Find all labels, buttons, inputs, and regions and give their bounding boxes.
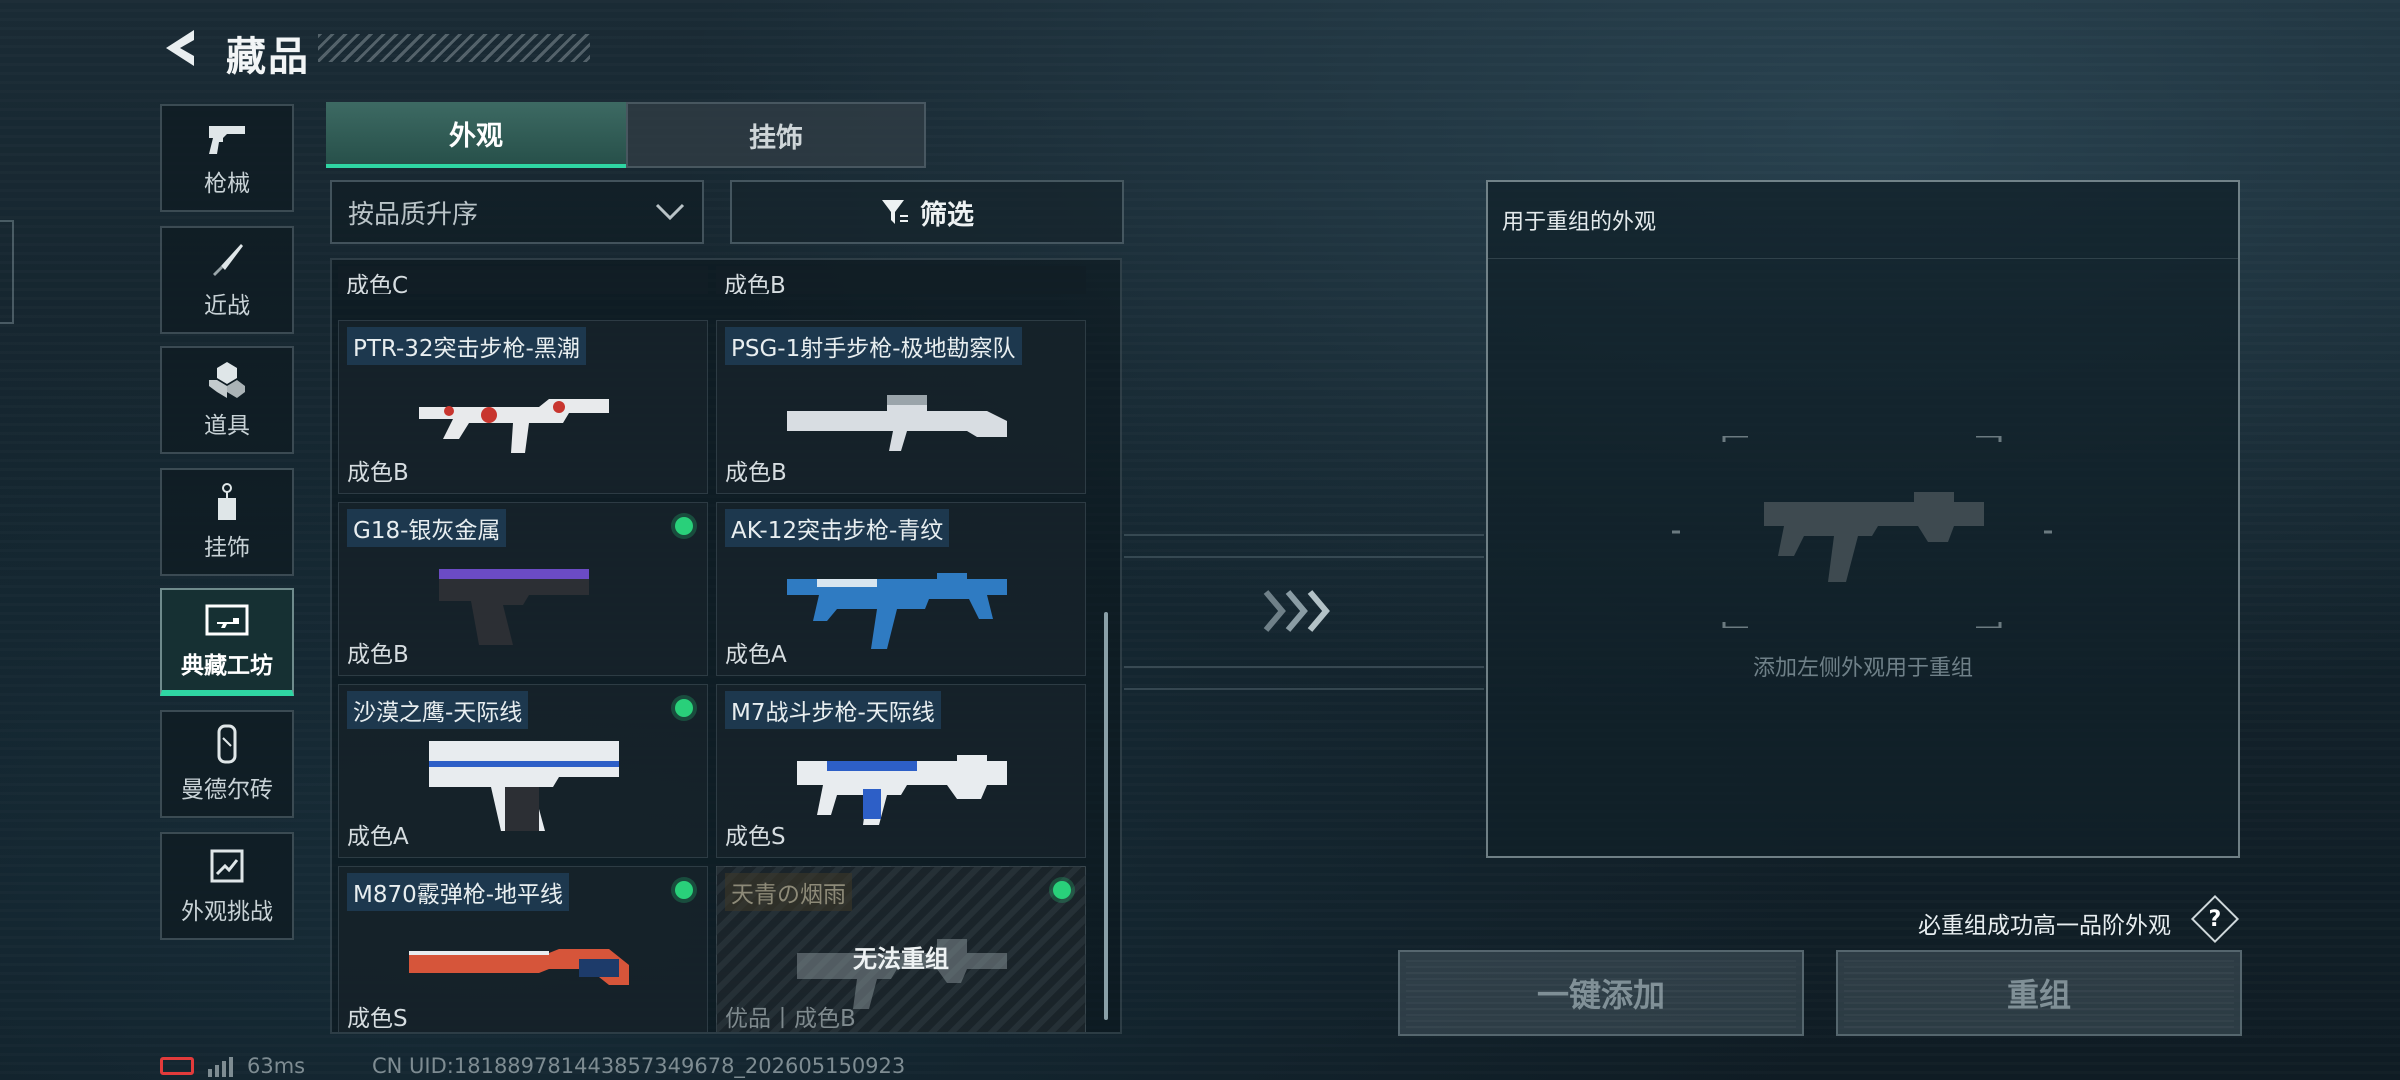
skin-list[interactable]: 成色C 成色B PTR-32突击步枪-黑潮 成色B PSG-1射手步枪-极地勘察… (330, 258, 1122, 1034)
connector-line (1124, 556, 1484, 558)
edge-handle (0, 220, 14, 324)
sidebar-item-label: 典藏工坊 (181, 653, 273, 679)
triple-chevron-icon (1263, 590, 1330, 632)
pistol-skin-image (429, 741, 619, 831)
reroll-panel: 用于重组的外观 添加左侧外观用于重组 (1486, 180, 2240, 858)
help-icon[interactable]: ? (2190, 894, 2240, 944)
skin-card[interactable]: AK-12突击步枪-青纹 成色A (716, 502, 1086, 676)
page-title: 藏品 (226, 34, 310, 80)
pistol-skin-image (439, 569, 589, 645)
shotgun-skin-image (409, 949, 629, 985)
help-glyph: ? (2208, 906, 2222, 932)
skin-card-disabled[interactable]: 天青の烟雨 无法重组 优品丨成色B (716, 866, 1086, 1032)
connector-line (1124, 666, 1484, 668)
skin-card[interactable]: 沙漠之鹰-天际线 成色A (338, 684, 708, 858)
sidebar-item-items[interactable]: 道具 (160, 346, 294, 454)
sidebar-item-label: 曼德尔砖 (181, 777, 273, 803)
sidebar-item-label: 枪械 (204, 171, 250, 197)
signal-icon (208, 1055, 233, 1077)
skin-card[interactable]: PSG-1射手步枪-极地勘察队 成色B (716, 320, 1086, 494)
sidebar-item-workshop[interactable]: 典藏工坊 (160, 588, 294, 696)
owned-indicator (675, 517, 693, 535)
sidebar-item-label: 道具 (204, 413, 250, 439)
workshop-icon (204, 600, 250, 640)
quick-add-button[interactable]: 一键添加 (1398, 950, 1804, 1036)
connector-line (1124, 688, 1484, 690)
grade-label: 成色B (347, 642, 409, 668)
grenade-icon (204, 360, 250, 400)
skin-name: M7战斗步枪-天际线 (725, 691, 941, 729)
back-arrow-icon[interactable] (160, 26, 200, 70)
guarantee-text: 必重组成功高一品阶外观 (1918, 913, 2171, 939)
ping-label: 63ms (247, 1054, 306, 1078)
brick-icon (204, 724, 250, 764)
sidebar-item-melee[interactable]: 近战 (160, 226, 294, 334)
sort-dropdown[interactable]: 按品质升序 (330, 180, 704, 244)
grade-label: 成色C (346, 273, 409, 294)
list-scrollbar[interactable] (1104, 612, 1108, 1020)
empty-slot-rifle-icon (1672, 436, 2052, 628)
skin-card[interactable]: M870霰弹枪-地平线 成色S (338, 866, 708, 1032)
uid-label: CN UID:181889781443857349678_20260515092… (372, 1054, 906, 1078)
filter-label: 筛选 (920, 199, 974, 231)
battery-icon (160, 1057, 194, 1075)
grade-label: 优品丨成色B (725, 1006, 856, 1032)
skin-name: G18-银灰金属 (347, 509, 507, 547)
skin-name: M870霰弹枪-地平线 (347, 873, 570, 911)
grade-label: 成色B (724, 273, 786, 294)
pistol-icon (204, 118, 250, 158)
sidebar-item-guns[interactable]: 枪械 (160, 104, 294, 212)
title-decoration (318, 34, 590, 62)
list-item[interactable]: 成色B (716, 266, 1086, 294)
list-item[interactable]: 成色C (338, 266, 708, 294)
sidebar-item-label: 近战 (204, 293, 250, 319)
sniper-skin-image (787, 395, 1007, 451)
reroll-button[interactable]: 重组 (1836, 950, 2242, 1036)
chevron-down-icon (655, 203, 685, 221)
grade-label: 成色S (725, 824, 786, 850)
skin-card[interactable]: PTR-32突击步枪-黑潮 成色B (338, 320, 708, 494)
map-challenge-icon (204, 846, 250, 886)
sidebar-item-label: 外观挑战 (181, 899, 273, 925)
rifle-skin-image (419, 399, 609, 453)
panel-divider (1488, 258, 2238, 259)
grade-label: 成色A (725, 642, 787, 668)
owned-indicator (675, 881, 693, 899)
skin-name: PTR-32突击步枪-黑潮 (347, 327, 586, 365)
filter-icon (882, 200, 908, 224)
status-bar: 63ms (160, 1054, 305, 1078)
skin-name: 沙漠之鹰-天际线 (347, 691, 529, 729)
sidebar-item-label: 挂饰 (204, 535, 250, 561)
grade-label: 成色A (347, 824, 409, 850)
sort-label: 按品质升序 (348, 199, 479, 230)
rifle-skin-image (787, 573, 1007, 649)
tab-charms[interactable]: 挂饰 (626, 102, 926, 168)
sidebar-item-charms[interactable]: 挂饰 (160, 468, 294, 576)
grade-label: 成色S (347, 1006, 408, 1032)
filter-button[interactable]: 筛选 (730, 180, 1124, 244)
skin-card[interactable]: G18-银灰金属 成色B (338, 502, 708, 676)
knife-icon (204, 240, 250, 280)
skin-card[interactable]: M7战斗步枪-天际线 成色S (716, 684, 1086, 858)
panel-hint: 添加左侧外观用于重组 (1752, 656, 1973, 681)
owned-indicator (675, 699, 693, 717)
connector-line (1124, 534, 1484, 536)
grade-label: 成色B (347, 460, 409, 486)
charm-icon (204, 482, 250, 522)
sidebar-item-mandel-brick[interactable]: 曼德尔砖 (160, 710, 294, 818)
skin-name: 天青の烟雨 (725, 873, 852, 911)
sidebar-item-challenge[interactable]: 外观挑战 (160, 832, 294, 940)
tab-appearance[interactable]: 外观 (326, 102, 626, 168)
skin-name: PSG-1射手步枪-极地勘察队 (725, 327, 1022, 365)
grade-label: 成色B (725, 460, 787, 486)
owned-indicator (1053, 881, 1071, 899)
rifle-skin-image (797, 755, 1007, 825)
skin-name: AK-12突击步枪-青纹 (725, 509, 950, 547)
cannot-reroll-label: 无法重组 (853, 945, 949, 973)
panel-title: 用于重组的外观 (1502, 210, 1657, 235)
